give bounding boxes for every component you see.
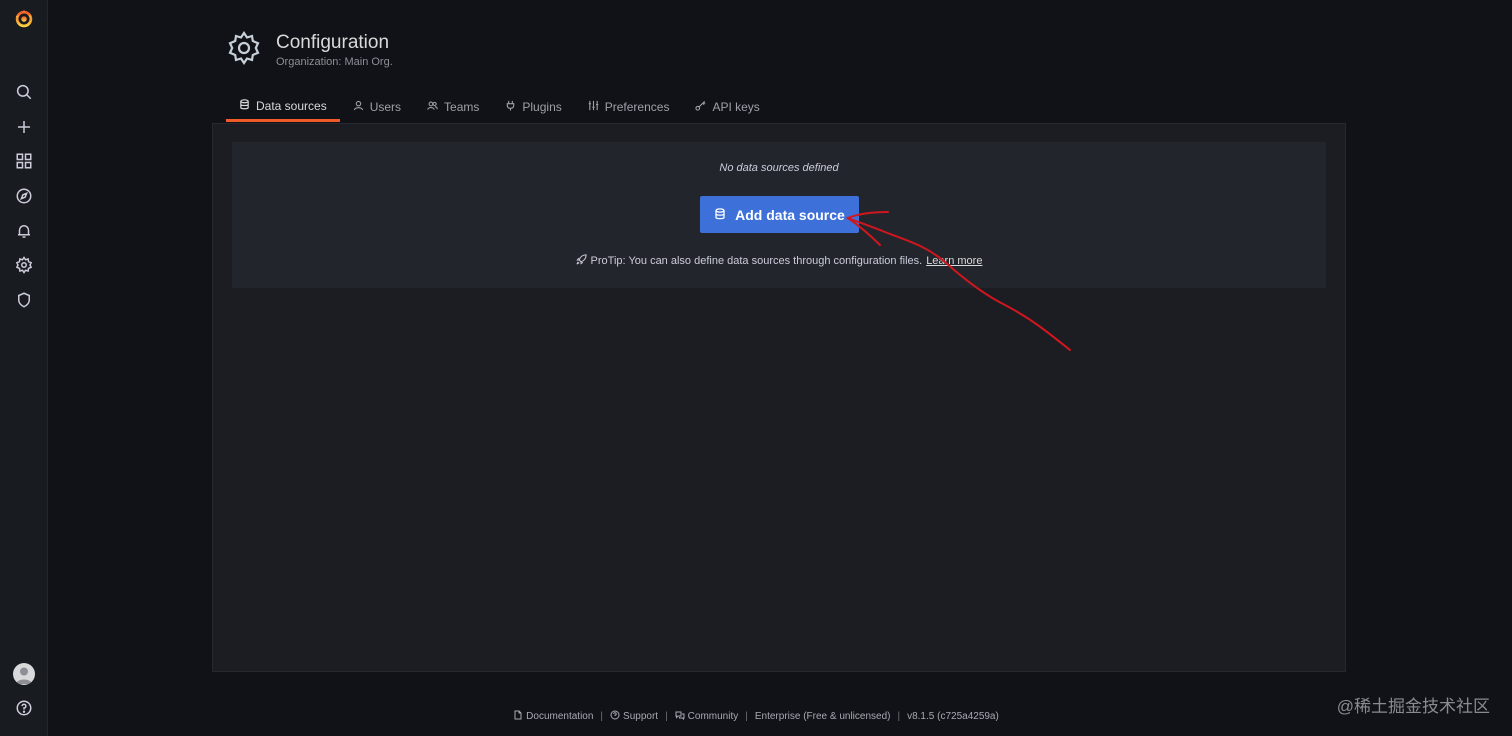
footer-community-label: Community	[687, 711, 739, 722]
footer-separator: |	[897, 711, 901, 722]
footer-separator: |	[745, 711, 748, 722]
tab-users[interactable]: Users	[340, 92, 414, 121]
footer-version: v8.1.5 (c725a4259a)	[907, 711, 999, 722]
page-title: Configuration	[276, 32, 390, 53]
footer-separator: |	[600, 711, 604, 722]
database-icon	[239, 98, 250, 113]
watermark: @稀土掘金技术社区	[1336, 697, 1490, 716]
footer-community-link[interactable]: Community	[675, 710, 739, 723]
avatar[interactable]	[13, 663, 35, 685]
question-icon	[610, 710, 620, 723]
tab-label: Users	[369, 99, 402, 114]
search-icon[interactable]	[0, 75, 47, 109]
sliders-icon	[588, 100, 599, 114]
tab-label: Data sources	[256, 98, 327, 113]
learn-more-link[interactable]: Learn more	[926, 255, 982, 267]
document-icon	[513, 710, 523, 723]
footer-documentation-link[interactable]: Documentation	[513, 710, 593, 723]
add-data-source-button[interactable]: Add data source	[700, 196, 859, 233]
page-subtitle: Organization: Main Org.	[276, 56, 393, 68]
gear-icon[interactable]	[0, 248, 47, 282]
footer-support-link[interactable]: Support	[610, 710, 658, 723]
footer-edition[interactable]: Enterprise (Free & unlicensed)	[755, 711, 891, 722]
tab-label: Preferences	[604, 99, 670, 114]
empty-message: No data sources defined	[719, 162, 839, 174]
dashboards-icon[interactable]	[0, 144, 47, 178]
gear-icon	[226, 30, 262, 66]
users-icon	[427, 100, 438, 114]
tab-teams[interactable]: Teams	[414, 92, 492, 121]
sidebar	[0, 0, 48, 736]
footer-separator: |	[665, 711, 668, 722]
footer-documentation-label: Documentation	[526, 711, 594, 722]
plug-icon	[505, 100, 516, 114]
tab-label: API keys	[712, 99, 760, 114]
plus-icon[interactable]	[0, 110, 47, 144]
tab-preferences[interactable]: Preferences	[575, 92, 683, 121]
tab-api-keys[interactable]: API keys	[682, 92, 772, 121]
tab-plugins[interactable]: Plugins	[492, 92, 574, 121]
key-icon	[695, 100, 706, 114]
grafana-logo[interactable]	[0, 2, 47, 36]
tab-label: Teams	[444, 99, 480, 114]
tab-data-sources[interactable]: Data sources	[226, 92, 340, 122]
user-icon	[353, 100, 364, 114]
rocket-icon	[575, 254, 587, 268]
database-icon	[714, 207, 726, 223]
empty-state: No data sources defined Add data source …	[232, 142, 1326, 288]
bell-icon[interactable]	[0, 214, 47, 248]
tab-bar: Data sources Users Teams Plugins Prefere…	[226, 92, 773, 123]
shield-icon[interactable]	[0, 283, 47, 317]
footer-support-label: Support	[623, 711, 659, 722]
footer: Documentation | Support | Community | En…	[0, 710, 1512, 723]
add-data-source-label: Add data source	[735, 206, 845, 223]
explore-icon[interactable]	[0, 179, 47, 213]
content-panel: No data sources defined Add data source …	[212, 123, 1346, 672]
comment-icon	[675, 710, 685, 723]
tab-label: Plugins	[522, 99, 562, 114]
protip: ProTip: You can also define data sources…	[232, 254, 1326, 268]
protip-text: ProTip: You can also define data sources…	[590, 255, 923, 267]
